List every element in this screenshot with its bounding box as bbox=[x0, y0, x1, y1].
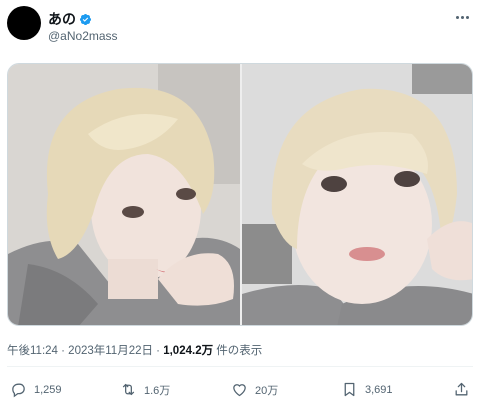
meta-separator: · bbox=[57, 345, 69, 357]
like-count: 20万 bbox=[255, 384, 279, 397]
bookmark-count: 3,691 bbox=[365, 383, 393, 396]
view-count: 1,024.2万 bbox=[163, 345, 214, 357]
photo-2[interactable] bbox=[242, 64, 472, 325]
avatar[interactable] bbox=[7, 6, 41, 40]
photo-1[interactable] bbox=[8, 64, 240, 325]
divider bbox=[7, 366, 473, 367]
verified-badge-icon bbox=[79, 13, 92, 25]
portrait-photo-left bbox=[8, 64, 240, 325]
more-dots-icon[interactable] bbox=[452, 10, 472, 24]
tweet: あの @aNo2mass 午後11:24 · 2023年11月22日 · 1,0… bbox=[0, 0, 480, 407]
bookmark-icon bbox=[344, 382, 355, 397]
share-icon bbox=[455, 382, 468, 396]
tweet-meta: 午後11:24 · 2023年11月22日 · 1,024.2万 件の表示 bbox=[7, 342, 262, 358]
tweet-time[interactable]: 午後11:24 bbox=[7, 345, 58, 357]
action-bar: 1,259 1.6万 20万 3,691 bbox=[0, 381, 480, 403]
reply-count: 1,259 bbox=[34, 383, 62, 396]
like-button[interactable]: 20万 bbox=[231, 381, 278, 398]
bookmark-button[interactable]: 3,691 bbox=[341, 381, 393, 398]
portrait-photo-right bbox=[242, 64, 472, 325]
heart-icon bbox=[233, 384, 246, 397]
media-grid bbox=[7, 63, 473, 326]
retweet-icon bbox=[122, 383, 135, 396]
retweet-button[interactable]: 1.6万 bbox=[120, 381, 170, 398]
author-handle[interactable]: @aNo2mass bbox=[48, 29, 118, 43]
retweet-count: 1.6万 bbox=[144, 384, 171, 397]
author-display-name[interactable]: あの bbox=[48, 9, 76, 29]
reply-icon bbox=[12, 383, 25, 398]
meta-separator-2: · bbox=[152, 345, 164, 357]
author-name-row: あの bbox=[48, 9, 92, 29]
share-button[interactable] bbox=[453, 381, 470, 398]
tweet-date[interactable]: 2023年11月22日 bbox=[68, 345, 153, 357]
view-label: 件の表示 bbox=[213, 345, 263, 357]
reply-button[interactable]: 1,259 bbox=[10, 381, 62, 398]
